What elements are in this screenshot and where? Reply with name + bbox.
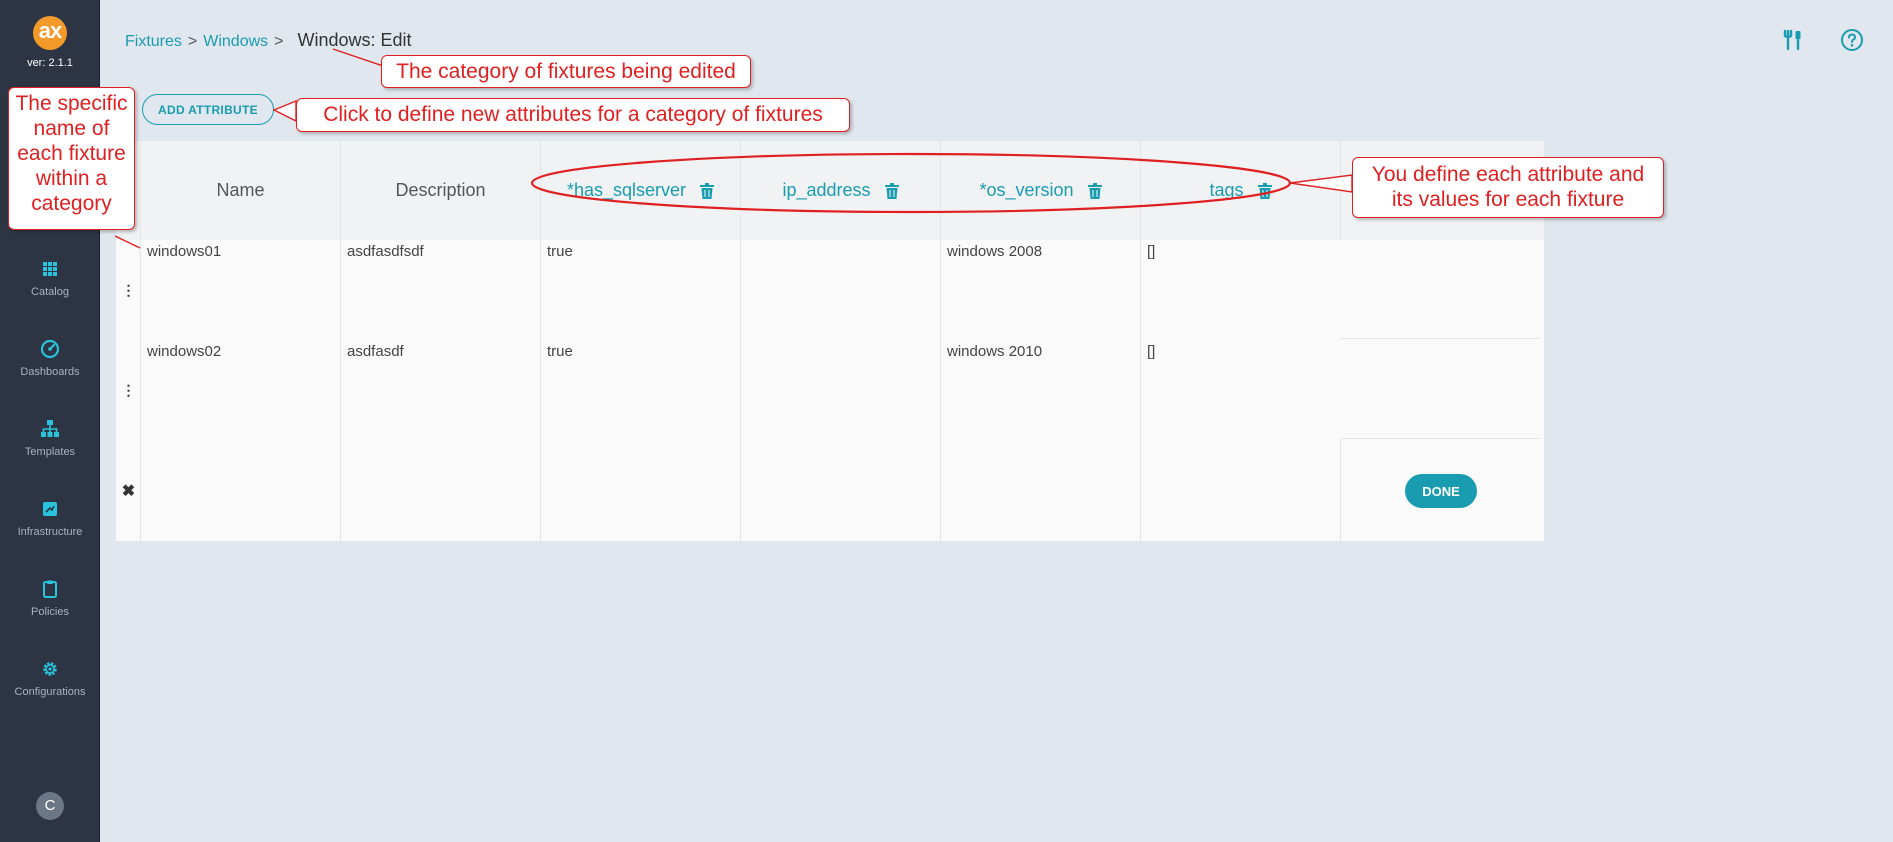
- trash-icon[interactable]: [884, 182, 899, 199]
- column-header-label: *has_sqlserver: [566, 180, 687, 200]
- callout-add-attribute: Click to define new attributes for a cat…: [296, 98, 850, 132]
- column-tags: tags [] []: [1141, 141, 1341, 541]
- fixtures-table: ⋮ ⋮ ✖ Name windows01 windows02 Descripti…: [116, 141, 1544, 541]
- sidebar-item-policies[interactable]: Policies: [0, 579, 100, 635]
- row-menu-icon[interactable]: ⋮: [116, 375, 141, 405]
- table-cell[interactable]: true: [547, 343, 573, 360]
- sidebar-item-catalog[interactable]: Catalog: [0, 259, 100, 315]
- column-header-ip-address: ip_address: [741, 141, 940, 240]
- column-header-label: tags: [1209, 180, 1244, 200]
- column-header-has-sqlserver: *has_sqlserver: [541, 141, 740, 240]
- breadcrumb-fixtures[interactable]: Fixtures: [125, 33, 182, 50]
- table-cell[interactable]: true: [547, 243, 573, 260]
- table-cell[interactable]: windows01: [147, 243, 221, 260]
- help-icon[interactable]: [1840, 28, 1864, 52]
- column-header-label: Name: [216, 180, 265, 200]
- breadcrumb-separator: >: [274, 33, 284, 50]
- column-header-tags: tags: [1141, 141, 1340, 240]
- breadcrumb-separator: >: [187, 33, 198, 50]
- trash-icon[interactable]: [1257, 182, 1272, 199]
- table-cell[interactable]: windows 2008: [947, 243, 1042, 260]
- close-icon[interactable]: ✖: [116, 477, 141, 507]
- sidebar-item-label: Catalog: [31, 286, 69, 298]
- row-action-cell: [1340, 240, 1540, 339]
- table-cell[interactable]: []: [1147, 243, 1155, 260]
- column-header-description: Description: [341, 141, 540, 240]
- hierarchy-icon: [41, 420, 59, 437]
- sidebar-item-label: Configurations: [14, 686, 86, 698]
- callout-category: The category of fixtures being edited: [381, 55, 751, 88]
- table-cell[interactable]: windows02: [147, 343, 221, 360]
- sidebar-item-templates[interactable]: Templates: [0, 419, 100, 475]
- add-attribute-button[interactable]: ADD ATTRIBUTE: [142, 94, 274, 125]
- trash-icon[interactable]: [1087, 182, 1102, 199]
- page-title: Windows: Edit: [297, 30, 412, 50]
- column-os-version: *os_version windows 2008 windows 2010: [941, 141, 1141, 541]
- column-name: Name windows01 windows02: [141, 141, 341, 541]
- sidebar-item-label: Infrastructure: [17, 526, 83, 538]
- sidebar-item-infrastructure[interactable]: Infrastructure: [0, 499, 100, 555]
- column-header-name: Name: [141, 141, 340, 240]
- table-cell[interactable]: asdfasdfsdf: [347, 243, 424, 260]
- done-button[interactable]: DONE: [1405, 474, 1477, 508]
- avatar[interactable]: C: [36, 792, 64, 820]
- column-header-label: *os_version: [979, 180, 1074, 200]
- sidebar-item-label: Policies: [31, 606, 69, 618]
- table-cell[interactable]: windows 2010: [947, 343, 1042, 360]
- row-action-cell: [1340, 340, 1540, 439]
- sidebar-item-label: Templates: [24, 446, 76, 458]
- gear-icon: [43, 662, 57, 676]
- column-description: Description asdfasdfsdf asdfasdf: [341, 141, 541, 541]
- sidebar-item-configurations[interactable]: Configurations: [0, 659, 100, 715]
- breadcrumb: Fixtures > Windows > Windows: Edit: [125, 30, 412, 51]
- column-ip-address: ip_address: [741, 141, 941, 541]
- gauge-icon: [40, 339, 60, 359]
- row-menu-icon[interactable]: ⋮: [116, 275, 141, 305]
- sidebar-item-label: Dashboards: [20, 366, 80, 378]
- clipboard-icon: [43, 580, 57, 598]
- sidebar-item-dashboards[interactable]: Dashboards: [0, 339, 100, 395]
- app-logo[interactable]: ax: [33, 16, 67, 50]
- column-header-label: Description: [395, 180, 486, 200]
- tools-icon[interactable]: [1781, 28, 1805, 52]
- breadcrumb-windows[interactable]: Windows: [203, 33, 268, 50]
- version-label: ver: 2.1.1: [27, 57, 73, 69]
- table-cell[interactable]: []: [1147, 343, 1155, 360]
- trash-icon[interactable]: [700, 182, 715, 199]
- callout-fixture-name: The specific name of each fixture within…: [8, 87, 135, 230]
- callout-attributes: You define each attribute and its values…: [1352, 157, 1664, 218]
- grid-icon: [43, 262, 57, 276]
- column-has-sqlserver: *has_sqlserver true true: [541, 141, 741, 541]
- table-cell[interactable]: asdfasdf: [347, 343, 404, 360]
- infrastructure-icon: [43, 502, 57, 516]
- column-header-os-version: *os_version: [941, 141, 1140, 240]
- column-header-label: ip_address: [782, 180, 871, 200]
